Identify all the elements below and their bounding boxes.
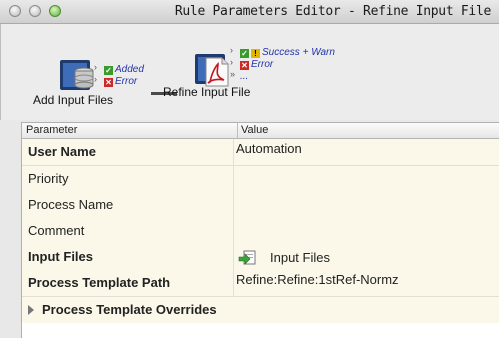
refine-pdf-icon[interactable] (194, 52, 232, 88)
error-icon: ✕ (240, 61, 249, 70)
add-files-icon (238, 250, 256, 265)
rule-flow-area: Add Input Files › › ✓ Added ✕ Error Refine… (0, 24, 499, 120)
param-value-cell[interactable]: Input Files (233, 244, 330, 270)
param-value: Automation (236, 141, 302, 156)
port-label: Error (251, 59, 274, 70)
target-port-more[interactable]: ... (240, 71, 248, 82)
zoom-window-button[interactable] (49, 5, 61, 17)
param-value-cell[interactable] (233, 192, 236, 218)
port-label: Success + Warn (262, 47, 335, 58)
parameters-table: Parameter Value User Name Automation Pri… (21, 122, 499, 338)
check-icon: ✓ (104, 66, 113, 75)
table-row-group[interactable]: Process Template Overrides (22, 297, 499, 323)
title-bar: Rule Parameters Editor - Refine Input Fi… (0, 0, 499, 24)
table-row[interactable]: Process Template Path Refine:Refine:1stR… (22, 270, 499, 297)
port-chevron-icon: › (230, 57, 233, 67)
window-title: Rule Parameters Editor - Refine Input Fi… (174, 4, 491, 19)
param-value-cell[interactable]: Automation (233, 139, 302, 165)
param-group-name: Process Template Overrides (42, 302, 217, 317)
param-name: Process Template Path (28, 275, 171, 290)
param-name: Process Name (28, 197, 114, 212)
minimize-window-button[interactable] (29, 5, 41, 17)
table-header: Parameter Value (22, 123, 499, 139)
param-name: User Name (28, 144, 96, 159)
close-window-button[interactable] (9, 5, 21, 17)
check-icon: ✓ (240, 49, 249, 58)
param-name: Comment (28, 223, 85, 238)
target-node-label: Refine Input File (163, 85, 251, 99)
port-chevron-icon: › (230, 45, 233, 55)
param-value: Input Files (270, 250, 330, 265)
port-chevron-icon: › (94, 74, 97, 84)
target-port-success-warn[interactable]: ✓! Success + Warn (240, 47, 335, 58)
warning-icon: ! (251, 49, 260, 58)
port-label: Added (115, 64, 144, 75)
source-port-error[interactable]: ✕ Error (104, 76, 137, 87)
port-chevron-icon: » (230, 69, 236, 79)
port-chevron-icon: › (94, 62, 97, 72)
param-name: Input Files (28, 249, 93, 264)
disclosure-triangle-icon[interactable] (28, 305, 34, 315)
param-value-cell[interactable]: Refine:Refine:1stRef-Normz (233, 270, 399, 296)
table-row[interactable]: User Name Automation (22, 139, 499, 166)
source-node-label: Add Input Files (33, 93, 114, 107)
port-label: Error (115, 76, 138, 87)
target-port-error[interactable]: ✕ Error (240, 59, 273, 70)
param-value-cell[interactable] (233, 218, 236, 244)
column-header-value[interactable]: Value (237, 123, 268, 138)
database-icon[interactable] (59, 59, 99, 95)
port-label: ... (240, 71, 249, 82)
table-row[interactable]: Comment (22, 218, 499, 245)
param-value-cell[interactable] (233, 166, 236, 192)
param-value: Refine:Refine:1stRef-Normz (236, 272, 399, 287)
source-port-added[interactable]: ✓ Added (104, 64, 144, 75)
table-row[interactable]: Priority (22, 166, 499, 193)
param-name: Priority (28, 171, 69, 186)
column-header-parameter[interactable]: Parameter (26, 124, 77, 136)
table-row[interactable]: Process Name (22, 192, 499, 219)
table-row[interactable]: Input Files Input Files (22, 244, 499, 271)
error-icon: ✕ (104, 78, 113, 87)
